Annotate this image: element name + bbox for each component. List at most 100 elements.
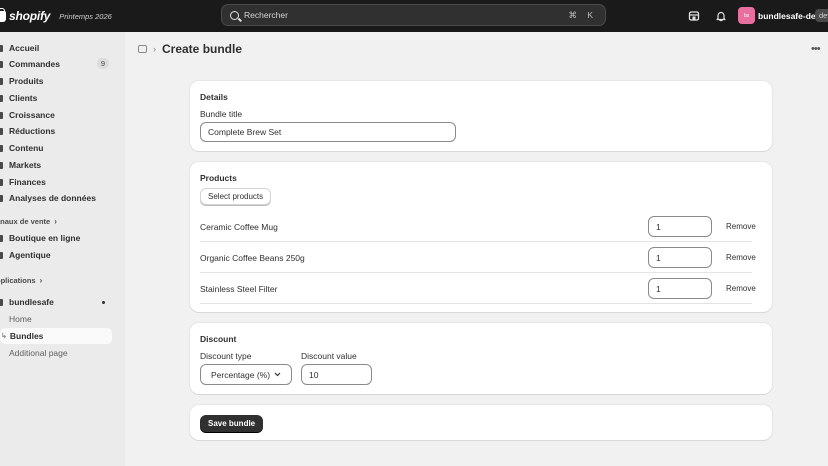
sidebar: Accueil Commandes 9 Produits Clients Cro…: [0, 32, 125, 466]
sales-channels-heading[interactable]: anaux de vente ›: [0, 217, 57, 226]
search-placeholder: Rechercher: [244, 10, 288, 20]
discount-type-select[interactable]: Percentage (%): [200, 364, 292, 385]
sidebar-item-croissance[interactable]: Croissance: [0, 107, 112, 123]
sidebar-subitem-additional-page[interactable]: Additional page: [0, 345, 112, 361]
sidebar-item-label: bundlesafe: [9, 297, 54, 307]
search-bar[interactable]: Rechercher ⌘ K: [221, 4, 606, 26]
content-icon: [0, 144, 3, 152]
remove-button[interactable]: Remove: [726, 284, 756, 293]
details-card: Details Bundle title Complete Brew Set: [190, 81, 772, 151]
discount-card: Discount Discount type Percentage (%) Di…: [190, 323, 772, 394]
discounts-icon: [0, 127, 3, 135]
sidebar-item-label: Home: [9, 314, 32, 324]
table-row: Stainless Steel Filter 1 Remove: [200, 273, 756, 304]
discount-value-input[interactable]: 10: [301, 364, 372, 385]
products-card: Products Select products Ceramic Coffee …: [190, 162, 772, 312]
sidebar-item-label: Bundles: [9, 331, 44, 341]
sidebar-item-analyses[interactable]: Analyses de données: [0, 190, 112, 206]
discount-value-label: Discount value: [301, 351, 357, 361]
sidebar-item-label: Agentique: [9, 250, 51, 260]
shopify-logo[interactable]: shopify Printemps 2026: [0, 7, 112, 23]
sidebar-item-contenu[interactable]: Contenu: [0, 140, 112, 156]
sidebar-item-produits[interactable]: Produits: [0, 73, 112, 89]
section-label: pplications: [0, 276, 36, 285]
sidebar-item-markets[interactable]: Markets: [0, 157, 112, 173]
orders-icon: [0, 60, 3, 68]
sidebar-item-reductions[interactable]: Réductions: [0, 123, 112, 139]
product-name: Ceramic Coffee Mug: [200, 222, 278, 232]
top-bar: shopify Printemps 2026 Rechercher ⌘ K bs…: [0, 0, 828, 32]
select-products-button[interactable]: Select products: [200, 188, 272, 205]
discount-type-label: Discount type: [200, 351, 252, 361]
page-title: Create bundle: [162, 42, 243, 56]
quantity-input[interactable]: 1: [648, 278, 712, 299]
sidebar-item-label: Réductions: [9, 126, 56, 136]
sidebar-item-commandes[interactable]: Commandes 9: [0, 56, 112, 72]
apps-heading[interactable]: pplications ›: [0, 276, 42, 285]
sidebar-item-finances[interactable]: Finances: [0, 174, 112, 190]
bundle-title-input[interactable]: Complete Brew Set: [200, 122, 456, 142]
save-bundle-button[interactable]: Save bundle: [200, 415, 264, 432]
more-options-icon[interactable]: •••: [811, 43, 821, 55]
agentic-icon: [0, 251, 3, 259]
remove-button[interactable]: Remove: [726, 222, 756, 231]
sidebar-item-boutique[interactable]: Boutique en ligne: [0, 230, 112, 246]
shopify-bag-icon: [0, 7, 6, 22]
store-name[interactable]: bundlesafe-dev: [758, 11, 820, 21]
env-badge: dev: [815, 9, 828, 22]
sidebar-item-label: Croissance: [9, 110, 55, 120]
sidebar-item-label: Finances: [9, 177, 46, 187]
home-icon: [0, 44, 3, 52]
analytics-icon: [0, 194, 3, 202]
sidebar-item-label: Accueil: [9, 43, 40, 53]
search-shortcut: ⌘ K: [568, 9, 597, 20]
table-row: Organic Coffee Beans 250g 1 Remove: [200, 242, 756, 273]
app-icon: [0, 298, 3, 306]
page-header: › Create bundle: [138, 42, 242, 56]
bundle-title-label: Bundle title: [200, 109, 243, 119]
avatar[interactable]: bs: [738, 7, 755, 24]
globe-icon: [0, 161, 3, 169]
chevron-right-icon: ›: [39, 276, 43, 285]
sidebar-item-label: Contenu: [9, 143, 44, 153]
sidebar-item-label: Commandes: [9, 59, 61, 69]
sidebar-item-bundlesafe[interactable]: bundlesafe: [0, 294, 112, 310]
chevron-right-icon: ›: [54, 217, 57, 226]
sidebar-item-label: Clients: [9, 93, 38, 103]
products-heading: Products: [200, 173, 237, 183]
edition-label: Printemps 2026: [59, 11, 112, 21]
logo-text: shopify: [9, 9, 51, 23]
bell-icon[interactable]: [715, 10, 727, 22]
sidebar-subitem-bundles[interactable]: ↳ Bundles: [0, 328, 112, 344]
sidebar-item-agentique[interactable]: Agentique: [0, 247, 112, 263]
discount-type-value: Percentage (%): [211, 369, 271, 380]
app-page-icon[interactable]: [138, 45, 147, 53]
pin-dot-icon: [102, 301, 105, 304]
discount-heading: Discount: [200, 334, 237, 344]
sidebar-subitem-home[interactable]: Home: [0, 311, 112, 327]
search-icon: [230, 10, 239, 20]
sidebar-item-label: Boutique en ligne: [9, 233, 81, 243]
section-label: anaux de vente: [0, 217, 51, 226]
product-name: Stainless Steel Filter: [200, 284, 278, 294]
corner-arrow-icon: ↳: [1, 333, 7, 340]
sidebar-item-label: Produits: [9, 76, 44, 86]
store-icon[interactable]: [688, 10, 700, 22]
sidebar-item-label: Markets: [9, 160, 42, 170]
sidebar-item-clients[interactable]: Clients: [0, 90, 112, 106]
remove-button[interactable]: Remove: [726, 253, 756, 262]
details-heading: Details: [200, 92, 228, 102]
online-store-icon: [0, 234, 3, 242]
table-row: Ceramic Coffee Mug 1 Remove: [200, 211, 756, 242]
sidebar-item-accueil[interactable]: Accueil: [0, 40, 112, 56]
actions-card: Save bundle: [190, 405, 772, 440]
growth-icon: [0, 111, 3, 119]
chevron-down-icon: [274, 372, 281, 377]
orders-count-badge: 9: [96, 58, 109, 69]
products-icon: [0, 77, 3, 85]
finances-icon: [0, 178, 3, 186]
quantity-input[interactable]: 1: [648, 247, 712, 268]
sidebar-item-label: Analyses de données: [9, 193, 96, 203]
product-name: Organic Coffee Beans 250g: [200, 253, 305, 263]
quantity-input[interactable]: 1: [648, 216, 712, 237]
